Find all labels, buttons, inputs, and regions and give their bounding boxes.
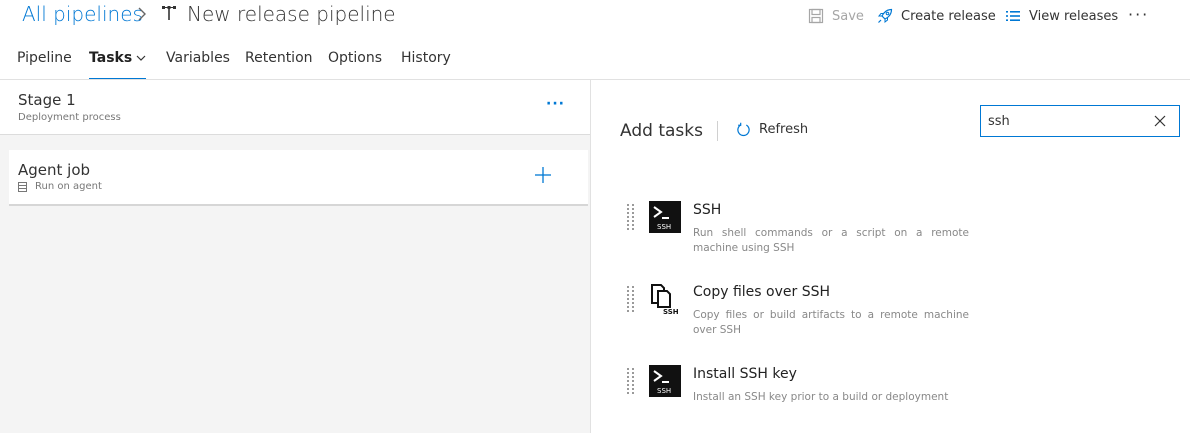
save-label: Save bbox=[832, 8, 864, 24]
tab-tasks-label: Tasks bbox=[89, 50, 133, 66]
breadcrumb-all-pipelines[interactable]: All pipelines bbox=[22, 2, 143, 26]
task-description: Copy files or build artifacts to a remot… bbox=[693, 309, 969, 336]
task-name: Copy files over SSH bbox=[693, 284, 830, 300]
job-name: Agent job bbox=[18, 161, 91, 179]
create-release-button[interactable]: Create release bbox=[877, 6, 996, 26]
list-icon bbox=[1006, 11, 1020, 21]
task-description: Install an SSH key prior to a build or d… bbox=[693, 391, 949, 403]
task-result-item[interactable]: SSH Install SSH key Install an SSH key p… bbox=[621, 365, 981, 431]
refresh-label: Refresh bbox=[759, 122, 809, 137]
add-task-plus-icon[interactable] bbox=[534, 166, 552, 184]
server-icon bbox=[18, 182, 27, 192]
tab-tasks[interactable]: Tasks bbox=[89, 50, 147, 80]
rocket-icon bbox=[877, 8, 893, 24]
task-name: SSH bbox=[693, 202, 722, 218]
tab-retention[interactable]: Retention bbox=[245, 50, 313, 78]
drag-handle-icon[interactable] bbox=[627, 368, 635, 398]
tab-pipeline[interactable]: Pipeline bbox=[17, 50, 72, 78]
clear-search-icon[interactable] bbox=[1153, 114, 1167, 128]
save-icon bbox=[808, 8, 824, 24]
terminal-ssh-icon: SSH bbox=[649, 365, 681, 397]
page-title: New release pipeline bbox=[187, 2, 396, 26]
drag-handle-icon[interactable] bbox=[627, 204, 635, 234]
refresh-button[interactable]: Refresh bbox=[736, 122, 808, 137]
job-subtitle: Run on agent bbox=[35, 181, 102, 192]
chevron-down-icon bbox=[136, 55, 146, 61]
more-actions-button[interactable]: ··· bbox=[1128, 4, 1149, 24]
stage-card[interactable]: Stage 1 Deployment process ··· bbox=[0, 80, 590, 135]
add-tasks-title: Add tasks bbox=[620, 121, 703, 141]
page-header: All pipelines New release pipeline Save … bbox=[0, 0, 1190, 34]
tab-options[interactable]: Options bbox=[328, 50, 382, 78]
stage-name: Stage 1 bbox=[18, 91, 76, 109]
svg-text:SSH: SSH bbox=[657, 387, 671, 395]
view-releases-label: View releases bbox=[1029, 8, 1119, 24]
create-release-label: Create release bbox=[901, 8, 996, 24]
tab-variables[interactable]: Variables bbox=[166, 50, 230, 78]
title-separator bbox=[717, 121, 718, 141]
refresh-icon bbox=[737, 122, 750, 137]
drag-handle-icon[interactable] bbox=[627, 286, 635, 316]
stage-more-button[interactable]: ··· bbox=[546, 96, 565, 112]
tab-history[interactable]: History bbox=[401, 50, 451, 78]
stage-subtitle: Deployment process bbox=[18, 112, 121, 123]
copy-files-ssh-icon: SSH bbox=[651, 284, 679, 315]
stage-pane: Stage 1 Deployment process ··· Agent job… bbox=[0, 80, 590, 433]
svg-text:SSH: SSH bbox=[663, 308, 679, 315]
task-result-item[interactable]: SSH SSH Run shell commands or a script o… bbox=[621, 201, 981, 267]
release-pipeline-icon bbox=[162, 6, 176, 20]
add-tasks-panel: Add tasks Refresh ssh SSH SSH Run shell … bbox=[591, 80, 1190, 433]
save-button[interactable]: Save bbox=[808, 6, 864, 26]
task-search-box[interactable] bbox=[980, 105, 1180, 137]
task-result-item[interactable]: SSH Copy files over SSH Copy files or bu… bbox=[621, 283, 981, 349]
terminal-ssh-icon: SSH bbox=[649, 201, 681, 233]
chevron-right-icon bbox=[138, 7, 146, 21]
agent-job-card[interactable]: Agent job Run on agent bbox=[9, 150, 588, 206]
task-description: Run shell commands or a script on a remo… bbox=[693, 227, 969, 254]
pipeline-tabs: Pipeline Tasks Variables Retention Optio… bbox=[0, 44, 1190, 80]
view-releases-button[interactable]: View releases bbox=[1005, 6, 1118, 26]
task-search-input[interactable] bbox=[988, 112, 1148, 130]
task-name: Install SSH key bbox=[693, 366, 797, 382]
svg-text:SSH: SSH bbox=[657, 223, 671, 231]
